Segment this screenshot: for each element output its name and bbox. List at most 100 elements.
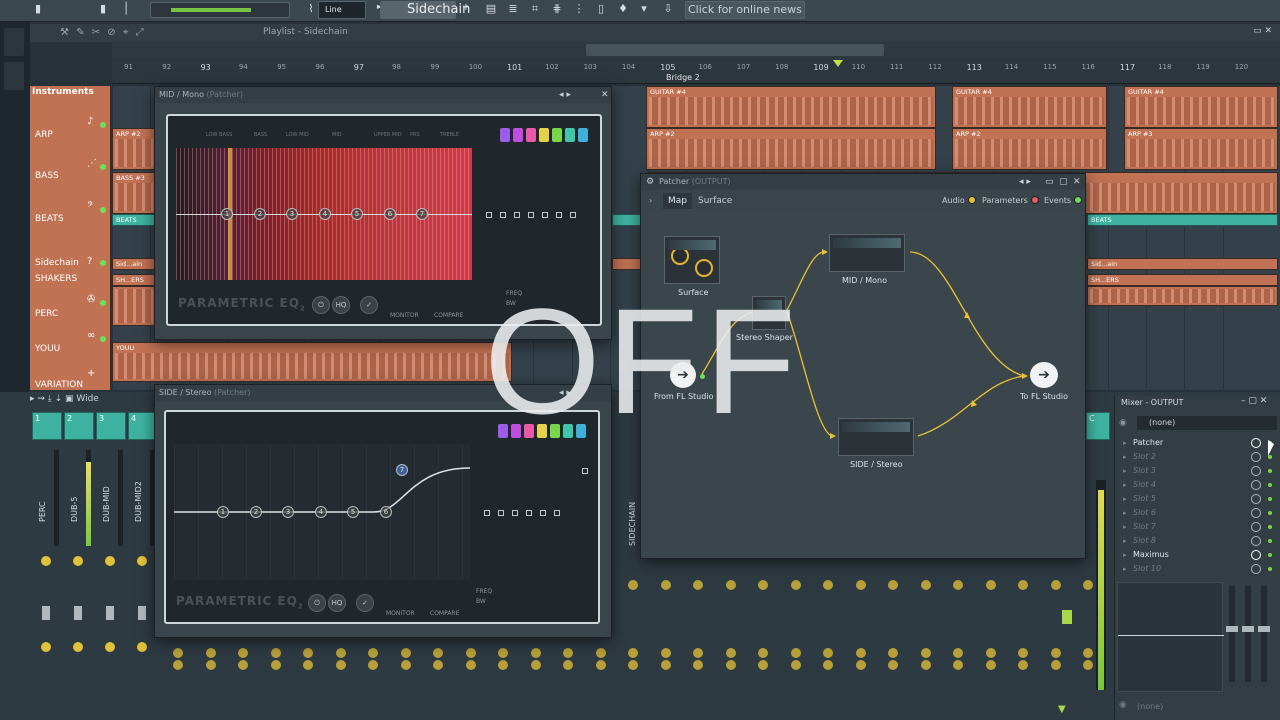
band-toggle[interactable] [484,510,490,516]
download-icon[interactable]: ⇩ [660,2,676,18]
chevron-right-icon[interactable]: ▸ [1123,464,1127,478]
band-toggle[interactable] [526,510,532,516]
mixer-knob[interactable] [758,580,768,590]
slot-enable-led[interactable] [1268,567,1272,571]
chevron-right-icon[interactable]: ▸ [1123,562,1127,576]
eq-band-node[interactable]: 4 [319,208,331,220]
mixer-knob[interactable] [335,660,346,670]
mixer-strip-bg[interactable] [853,560,871,710]
clip-guitar[interactable]: GUITAR #4 [646,86,936,128]
online-news[interactable]: Click for online news [685,1,805,19]
eq-band-slider[interactable] [1226,586,1238,682]
window-controls[interactable]: – ▢ ✕ [1241,396,1267,406]
chevron-right-icon[interactable]: ▸ [1123,492,1127,506]
mixer-knob[interactable] [660,648,671,658]
mixer-knob[interactable] [953,660,963,670]
chevron-right-icon[interactable]: ▸ [1123,478,1127,492]
mixer-channel-tab[interactable]: 3 [96,412,126,440]
clip-beats[interactable]: BEATS [112,214,156,226]
chevron-right-icon[interactable]: ▸ [1123,436,1127,450]
effect-slot[interactable]: ▸ Slot 4 [1119,478,1277,492]
mixer-knob[interactable] [725,580,736,590]
eq-band-node[interactable]: 2 [250,506,262,518]
mix-knob[interactable] [1251,466,1261,476]
mixer-knob[interactable] [790,648,801,658]
effect-slot[interactable]: ▸ Slot 8 [1119,534,1277,548]
mixer-knob[interactable] [530,648,541,658]
gear-icon[interactable]: ⚙ [646,174,654,190]
chevron-right-icon[interactable]: ▸ [1123,548,1127,562]
effect-slot[interactable]: ▸ Patcher [1119,436,1277,450]
volume-fader[interactable] [42,606,50,620]
eq-band-node[interactable]: 7 [396,464,408,476]
mixer-knob[interactable] [1083,580,1093,590]
monitor-button[interactable]: MONITOR [390,312,419,319]
band-toggle[interactable] [540,510,546,516]
clip-arp[interactable]: ARP #2 [112,128,156,170]
playlist-titlebar[interactable]: Playlist - Sidechain ▭ ✕ [30,24,1280,42]
tool-icon[interactable]: │ [118,2,134,18]
mixer-knob[interactable] [205,660,216,670]
volume-fader[interactable] [106,606,114,620]
clip-youu[interactable]: YOUU [112,342,512,382]
mixer-knob[interactable] [1018,660,1028,670]
band-toggle[interactable] [582,468,588,474]
eq-band-node[interactable]: 2 [254,208,266,220]
tool-icon[interactable]: ▮ [30,2,46,18]
marker-label[interactable]: Bridge 2 [666,73,700,82]
mix-knob[interactable] [1251,536,1261,546]
slot-enable-led[interactable] [1268,525,1272,529]
clip-shakers[interactable]: SH...ERS [1087,274,1278,286]
master-volume-slider[interactable] [150,2,290,18]
mixer-knob[interactable] [1050,648,1061,658]
band-toggle[interactable] [542,212,548,218]
mixer-knob[interactable] [790,660,801,670]
mixer-knob[interactable] [693,580,703,590]
slot-enable-led[interactable] [1268,497,1272,501]
mixer-tool-icons[interactable]: ▸ ⇝ ⤓ ⇣ ▣ [30,394,76,404]
mixer-knob[interactable] [238,660,248,670]
playlist-scroll-thumb[interactable] [586,44,884,56]
mixer-knob[interactable] [1018,580,1028,590]
mixer-knob[interactable] [888,580,898,590]
slot-enable-led[interactable] [1268,469,1272,473]
mixer-knob[interactable] [530,660,541,670]
mixer-knob[interactable] [498,660,508,670]
mixer-knob[interactable] [238,648,248,658]
clip-guitar[interactable]: GUITAR #4 [1124,86,1278,128]
mixer-knob[interactable] [920,580,931,590]
hq-button[interactable]: HQ [332,296,350,314]
power-button[interactable]: ⏻ [308,594,326,612]
volume-fader[interactable] [138,606,146,620]
nav-arrows-icon[interactable]: ◂ ▸ [1019,174,1031,190]
mixer-knob[interactable] [628,648,638,658]
plugin-picker-icon[interactable]: ▯ [593,2,609,18]
mixer-knob[interactable] [823,660,833,670]
track-label[interactable]: YOUU [35,344,60,354]
compare-button[interactable]: COMPARE [434,312,463,319]
mixer-strip-bg[interactable] [658,560,676,710]
playlist-icon[interactable]: ▤ [483,2,499,18]
mix-knob[interactable] [1251,550,1261,560]
mixer-knob[interactable] [1018,648,1028,658]
stereo-knob[interactable] [137,642,147,652]
window-titlebar[interactable]: MID / Mono (Patcher) [155,87,611,103]
band-toggle[interactable] [528,212,534,218]
mixer-knob[interactable] [985,648,996,658]
pattern-select[interactable]: Sidechain [380,1,470,19]
eq-band-node[interactable]: 6 [380,506,392,518]
effect-slot[interactable]: ▸ Slot 10 [1119,562,1277,576]
mixer-knob[interactable] [758,648,768,658]
mixer-knob[interactable] [1050,660,1061,670]
eq-band-node[interactable]: 3 [282,506,294,518]
band-toggle[interactable] [514,212,520,218]
mixer-knob[interactable] [368,648,378,658]
band-toggle[interactable] [498,510,504,516]
mixer-knob[interactable] [335,648,346,658]
eq-band-node[interactable]: 1 [217,506,229,518]
clip-guitar[interactable]: GUITAR #4 [952,86,1107,128]
mixer-knob[interactable] [920,660,931,670]
mixer-strip-bg[interactable] [788,560,806,710]
pan-knob[interactable] [105,556,115,566]
mixer-knob[interactable] [660,580,671,590]
